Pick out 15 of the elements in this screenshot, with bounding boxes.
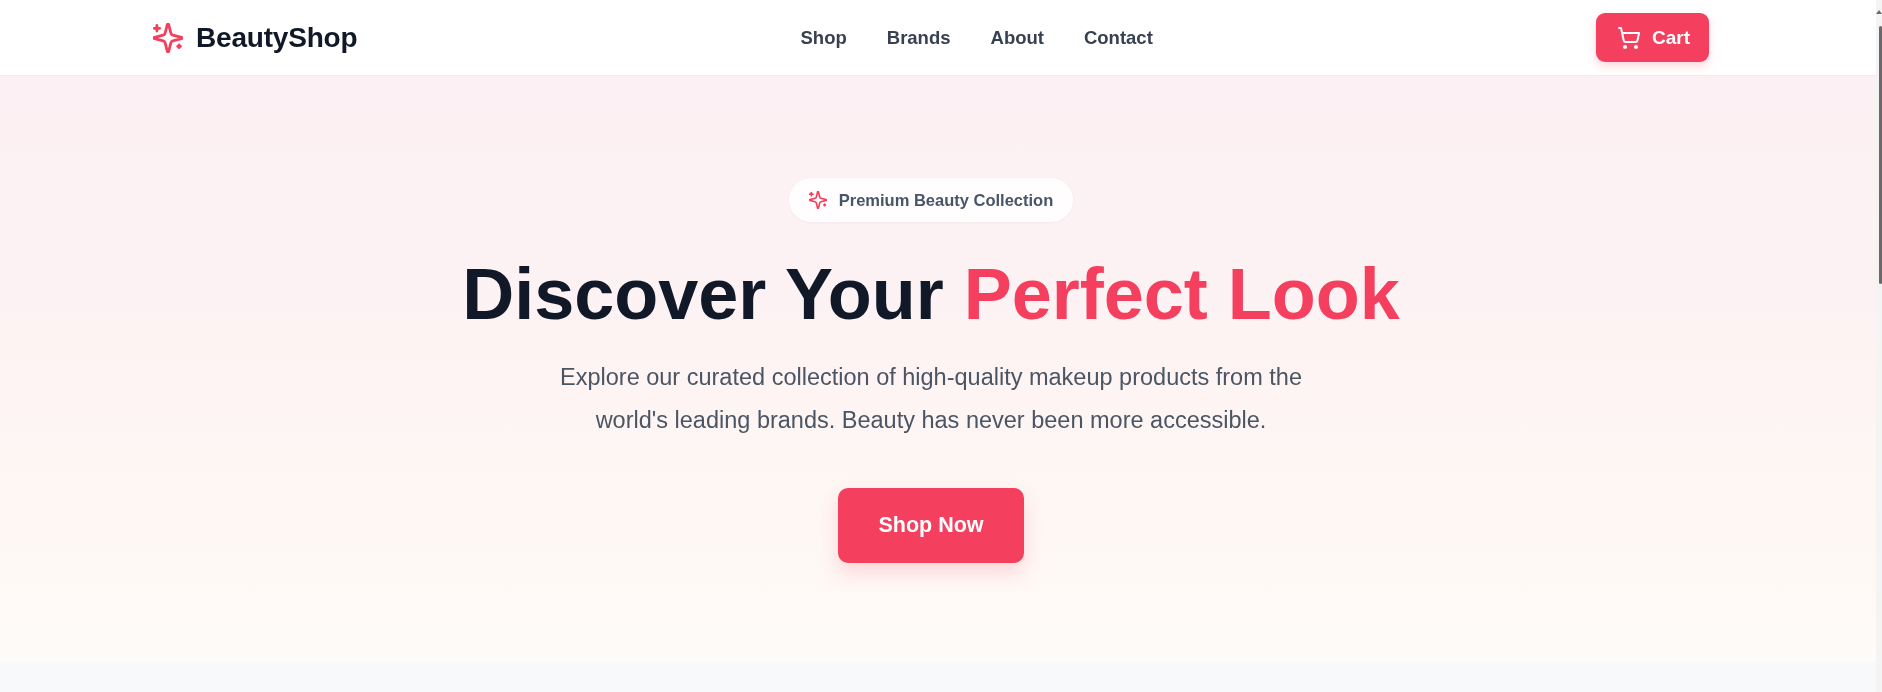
hero-description: Explore our curated collection of high-quality makeup products from the world's leading brands. Beauty has never been more accessible.: [559, 363, 1303, 435]
scroll-up-arrow-icon[interactable]: [1876, 10, 1882, 14]
nav-link[interactable]: Contact: [1083, 26, 1153, 49]
tagline-text: Premium Beauty Collection: [838, 190, 1054, 210]
nav-link[interactable]: Brands: [886, 26, 951, 49]
nav-link[interactable]: Shop: [800, 26, 847, 49]
hero-heading: Discover Your Perfect Look: [462, 255, 1400, 334]
sparkle-icon: [153, 22, 183, 53]
nav-link[interactable]: About: [990, 26, 1044, 49]
logo-link[interactable]: BeautyShop: [153, 21, 358, 54]
cart-icon: [1618, 26, 1640, 49]
scrollbar-thumb[interactable]: [1879, 26, 1882, 284]
sparkle-icon: [808, 191, 827, 209]
cart-button[interactable]: Cart: [1596, 13, 1709, 62]
shop-now-button[interactable]: Shop Now: [838, 488, 1024, 563]
